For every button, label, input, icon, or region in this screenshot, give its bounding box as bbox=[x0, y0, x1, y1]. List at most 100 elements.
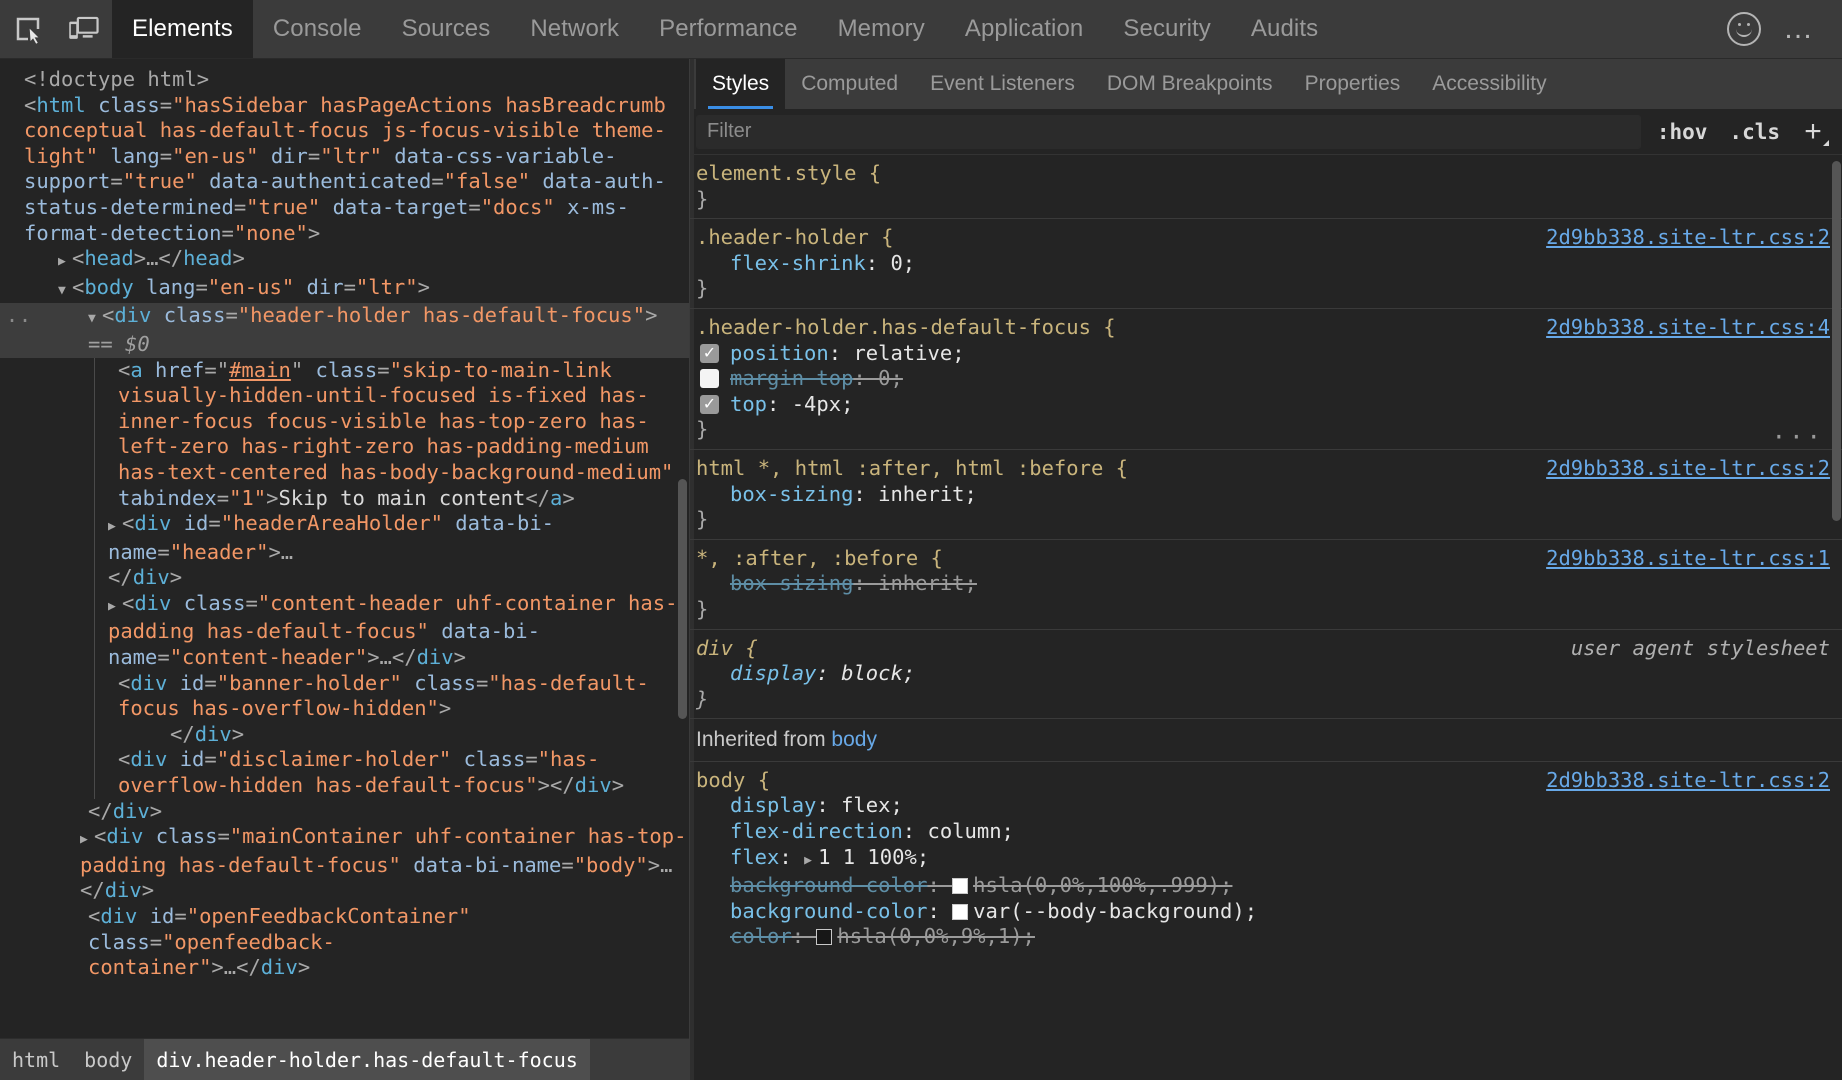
style-rule-body[interactable]: body { 2d9bb338.site-ltr.css:2 display: … bbox=[690, 762, 1842, 956]
rule-origin-link[interactable]: 2d9bb338.site-ltr.css:1 bbox=[1546, 546, 1830, 572]
device-toolbar-icon[interactable] bbox=[56, 0, 112, 58]
rule-origin-link[interactable]: 2d9bb338.site-ltr.css:2 bbox=[1546, 456, 1830, 482]
declaration-value[interactable]: -4px bbox=[792, 392, 841, 416]
color-swatch[interactable] bbox=[952, 878, 968, 894]
declaration-checkbox[interactable] bbox=[700, 369, 719, 388]
declaration-value[interactable]: inherit bbox=[878, 482, 964, 506]
tab-elements[interactable]: Elements bbox=[112, 0, 253, 58]
declaration[interactable]: position: relative; bbox=[696, 341, 1830, 367]
declaration-checkbox[interactable] bbox=[700, 344, 719, 363]
inspect-element-icon[interactable] bbox=[0, 0, 56, 58]
tab-console[interactable]: Console bbox=[253, 0, 382, 58]
declaration[interactable]: background-color: var(--body-background)… bbox=[696, 899, 1830, 925]
breadcrumb-item-body[interactable]: body bbox=[72, 1039, 144, 1080]
declaration[interactable]: flex-direction: column; bbox=[696, 819, 1830, 845]
expand-arrow-header-area-holder[interactable]: ▶ bbox=[108, 514, 122, 540]
tab-security[interactable]: Security bbox=[1103, 0, 1231, 58]
declaration-value[interactable]: hsla(0,0%,9%,1) bbox=[837, 924, 1022, 948]
declaration-value[interactable]: relative bbox=[853, 341, 952, 365]
tab-application[interactable]: Application bbox=[945, 0, 1104, 58]
dom-node-html[interactable]: <html class="hasSidebar hasPageActions h… bbox=[0, 93, 689, 247]
styles-scrollbar[interactable] bbox=[1832, 161, 1841, 521]
dom-node-skip-link[interactable]: <a href="#main" class="skip-to-main-link… bbox=[0, 358, 689, 512]
dom-node-content-header[interactable]: ▶<div class="content-header uhf-containe… bbox=[0, 591, 689, 671]
tab-audits[interactable]: Audits bbox=[1231, 0, 1338, 58]
declaration-value[interactable]: inherit bbox=[878, 571, 964, 595]
declaration-value[interactable]: hsla(0,0%,100%,.999) bbox=[973, 873, 1220, 897]
dom-node-disclaimer-holder[interactable]: <div id="disclaimer-holder" class="has-o… bbox=[0, 747, 689, 798]
tab-properties[interactable]: Properties bbox=[1289, 59, 1417, 109]
style-rule-header-holder-has-default-focus[interactable]: .header-holder.has-default-focus { 2d9bb… bbox=[690, 309, 1842, 450]
rule-more-options-icon[interactable]: ··· bbox=[1772, 431, 1824, 443]
expand-arrow-content-header[interactable]: ▶ bbox=[108, 594, 122, 620]
tab-computed[interactable]: Computed bbox=[785, 59, 914, 109]
style-rule-html-universal[interactable]: html *, html :after, html :before { 2d9b… bbox=[690, 450, 1842, 540]
breadcrumb-item-header-holder[interactable]: div.header-holder.has-default-focus bbox=[144, 1039, 589, 1080]
style-rule-universal[interactable]: *, :after, :before { 2d9bb338.site-ltr.c… bbox=[690, 540, 1842, 630]
styles-filter-input[interactable] bbox=[696, 115, 1641, 149]
declaration[interactable]: box-sizing: inherit; bbox=[696, 571, 1830, 597]
tab-dom-breakpoints[interactable]: DOM Breakpoints bbox=[1091, 59, 1289, 109]
declaration[interactable]: background-color: hsla(0,0%,100%,.999); bbox=[696, 873, 1830, 899]
declaration-property: top bbox=[730, 392, 767, 416]
dom-node-header-area-holder[interactable]: ▶<div id="headerAreaHolder" data-bi-name… bbox=[0, 511, 689, 591]
tab-memory[interactable]: Memory bbox=[818, 0, 945, 58]
element-classes-button[interactable]: .cls bbox=[1723, 120, 1786, 144]
declaration[interactable]: display: flex; bbox=[696, 793, 1830, 819]
expand-arrow-flex-shorthand[interactable]: ▶ bbox=[804, 848, 818, 874]
hover-state-button[interactable]: :hov bbox=[1651, 120, 1714, 144]
tab-accessibility[interactable]: Accessibility bbox=[1416, 59, 1562, 109]
declaration[interactable]: margin-top: 0; bbox=[696, 366, 1830, 392]
declaration[interactable]: display: block; bbox=[696, 661, 1830, 687]
declaration[interactable]: box-sizing: inherit; bbox=[696, 482, 1830, 508]
rule-close-brace: } bbox=[696, 507, 1830, 533]
style-rule-div-ua[interactable]: div { user agent stylesheet display: blo… bbox=[690, 630, 1842, 720]
breadcrumb-item-html[interactable]: html bbox=[0, 1039, 72, 1080]
more-options-icon[interactable]: … bbox=[1775, 20, 1824, 38]
declaration-value[interactable]: 0 bbox=[890, 251, 902, 275]
tab-performance-label: Performance bbox=[659, 15, 798, 43]
style-rule-element-style[interactable]: element.style { } bbox=[690, 155, 1842, 219]
declaration-value[interactable]: var(--body-background) bbox=[973, 899, 1245, 923]
dom-node-banner-holder[interactable]: <div id="banner-holder" class="has-defau… bbox=[0, 671, 689, 748]
new-style-rule-button[interactable]: + bbox=[1796, 116, 1830, 148]
tab-sources[interactable]: Sources bbox=[382, 0, 511, 58]
collapse-arrow-body[interactable]: ▼ bbox=[58, 278, 72, 304]
collapse-arrow-header-holder[interactable]: ▼ bbox=[88, 306, 102, 332]
declaration-value[interactable]: block bbox=[841, 661, 903, 685]
declaration[interactable]: flex-shrink: 0; bbox=[696, 251, 1830, 277]
tab-performance[interactable]: Performance bbox=[639, 0, 818, 58]
dom-node-header-holder-close[interactable]: </div> bbox=[0, 799, 689, 825]
smiley-face-icon[interactable] bbox=[1727, 12, 1761, 46]
dom-tree-scrollbar[interactable] bbox=[678, 479, 687, 719]
rule-origin-link[interactable]: 2d9bb338.site-ltr.css:2 bbox=[1546, 768, 1830, 794]
declaration-value[interactable]: 0 bbox=[878, 366, 890, 390]
rule-origin-link[interactable]: 2d9bb338.site-ltr.css:2 bbox=[1546, 225, 1830, 251]
declaration[interactable]: flex: ▶1 1 100%; bbox=[696, 845, 1830, 874]
dom-node-header-holder[interactable]: .. ▼<div class="header-holder has-defaul… bbox=[0, 303, 689, 357]
style-rule-header-holder[interactable]: .header-holder { 2d9bb338.site-ltr.css:2… bbox=[690, 219, 1842, 309]
dom-node-body[interactable]: ▼<body lang="en-us" dir="ltr"> bbox=[0, 275, 689, 304]
declaration-value[interactable]: 1 1 100% bbox=[818, 845, 917, 869]
tab-network[interactable]: Network bbox=[510, 0, 639, 58]
rule-origin-link[interactable]: 2d9bb338.site-ltr.css:4 bbox=[1546, 315, 1830, 341]
dom-node-doctype[interactable]: <!doctype html> bbox=[0, 67, 689, 93]
dom-node-head[interactable]: ▶<head>…</head> bbox=[0, 246, 689, 275]
doctype-text: <!doctype html> bbox=[24, 67, 209, 91]
color-swatch[interactable] bbox=[952, 904, 968, 920]
declaration-checkbox[interactable] bbox=[700, 395, 719, 414]
dom-tree[interactable]: <!doctype html> <html class="hasSidebar … bbox=[0, 59, 689, 1038]
dom-node-open-feedback-container[interactable]: <div id="openFeedbackContainer" class="o… bbox=[0, 904, 689, 981]
declaration[interactable]: top: -4px; bbox=[696, 392, 1830, 418]
expand-arrow-main-container[interactable]: ▶ bbox=[80, 827, 94, 853]
tab-event-listeners[interactable]: Event Listeners bbox=[914, 59, 1091, 109]
styles-rules-list[interactable]: element.style { } .header-holder { 2d9bb… bbox=[690, 155, 1842, 1080]
expand-arrow-head[interactable]: ▶ bbox=[58, 249, 72, 275]
tab-styles[interactable]: Styles bbox=[696, 59, 785, 109]
dom-node-main-container[interactable]: ▶<div class="mainContainer uhf-container… bbox=[0, 824, 689, 904]
declaration-value[interactable]: flex bbox=[841, 793, 890, 817]
color-swatch[interactable] bbox=[816, 929, 832, 945]
declaration[interactable]: color: hsla(0,0%,9%,1); bbox=[696, 924, 1830, 950]
declaration-value[interactable]: column bbox=[927, 819, 1001, 843]
inherited-from-link[interactable]: body bbox=[831, 728, 877, 751]
